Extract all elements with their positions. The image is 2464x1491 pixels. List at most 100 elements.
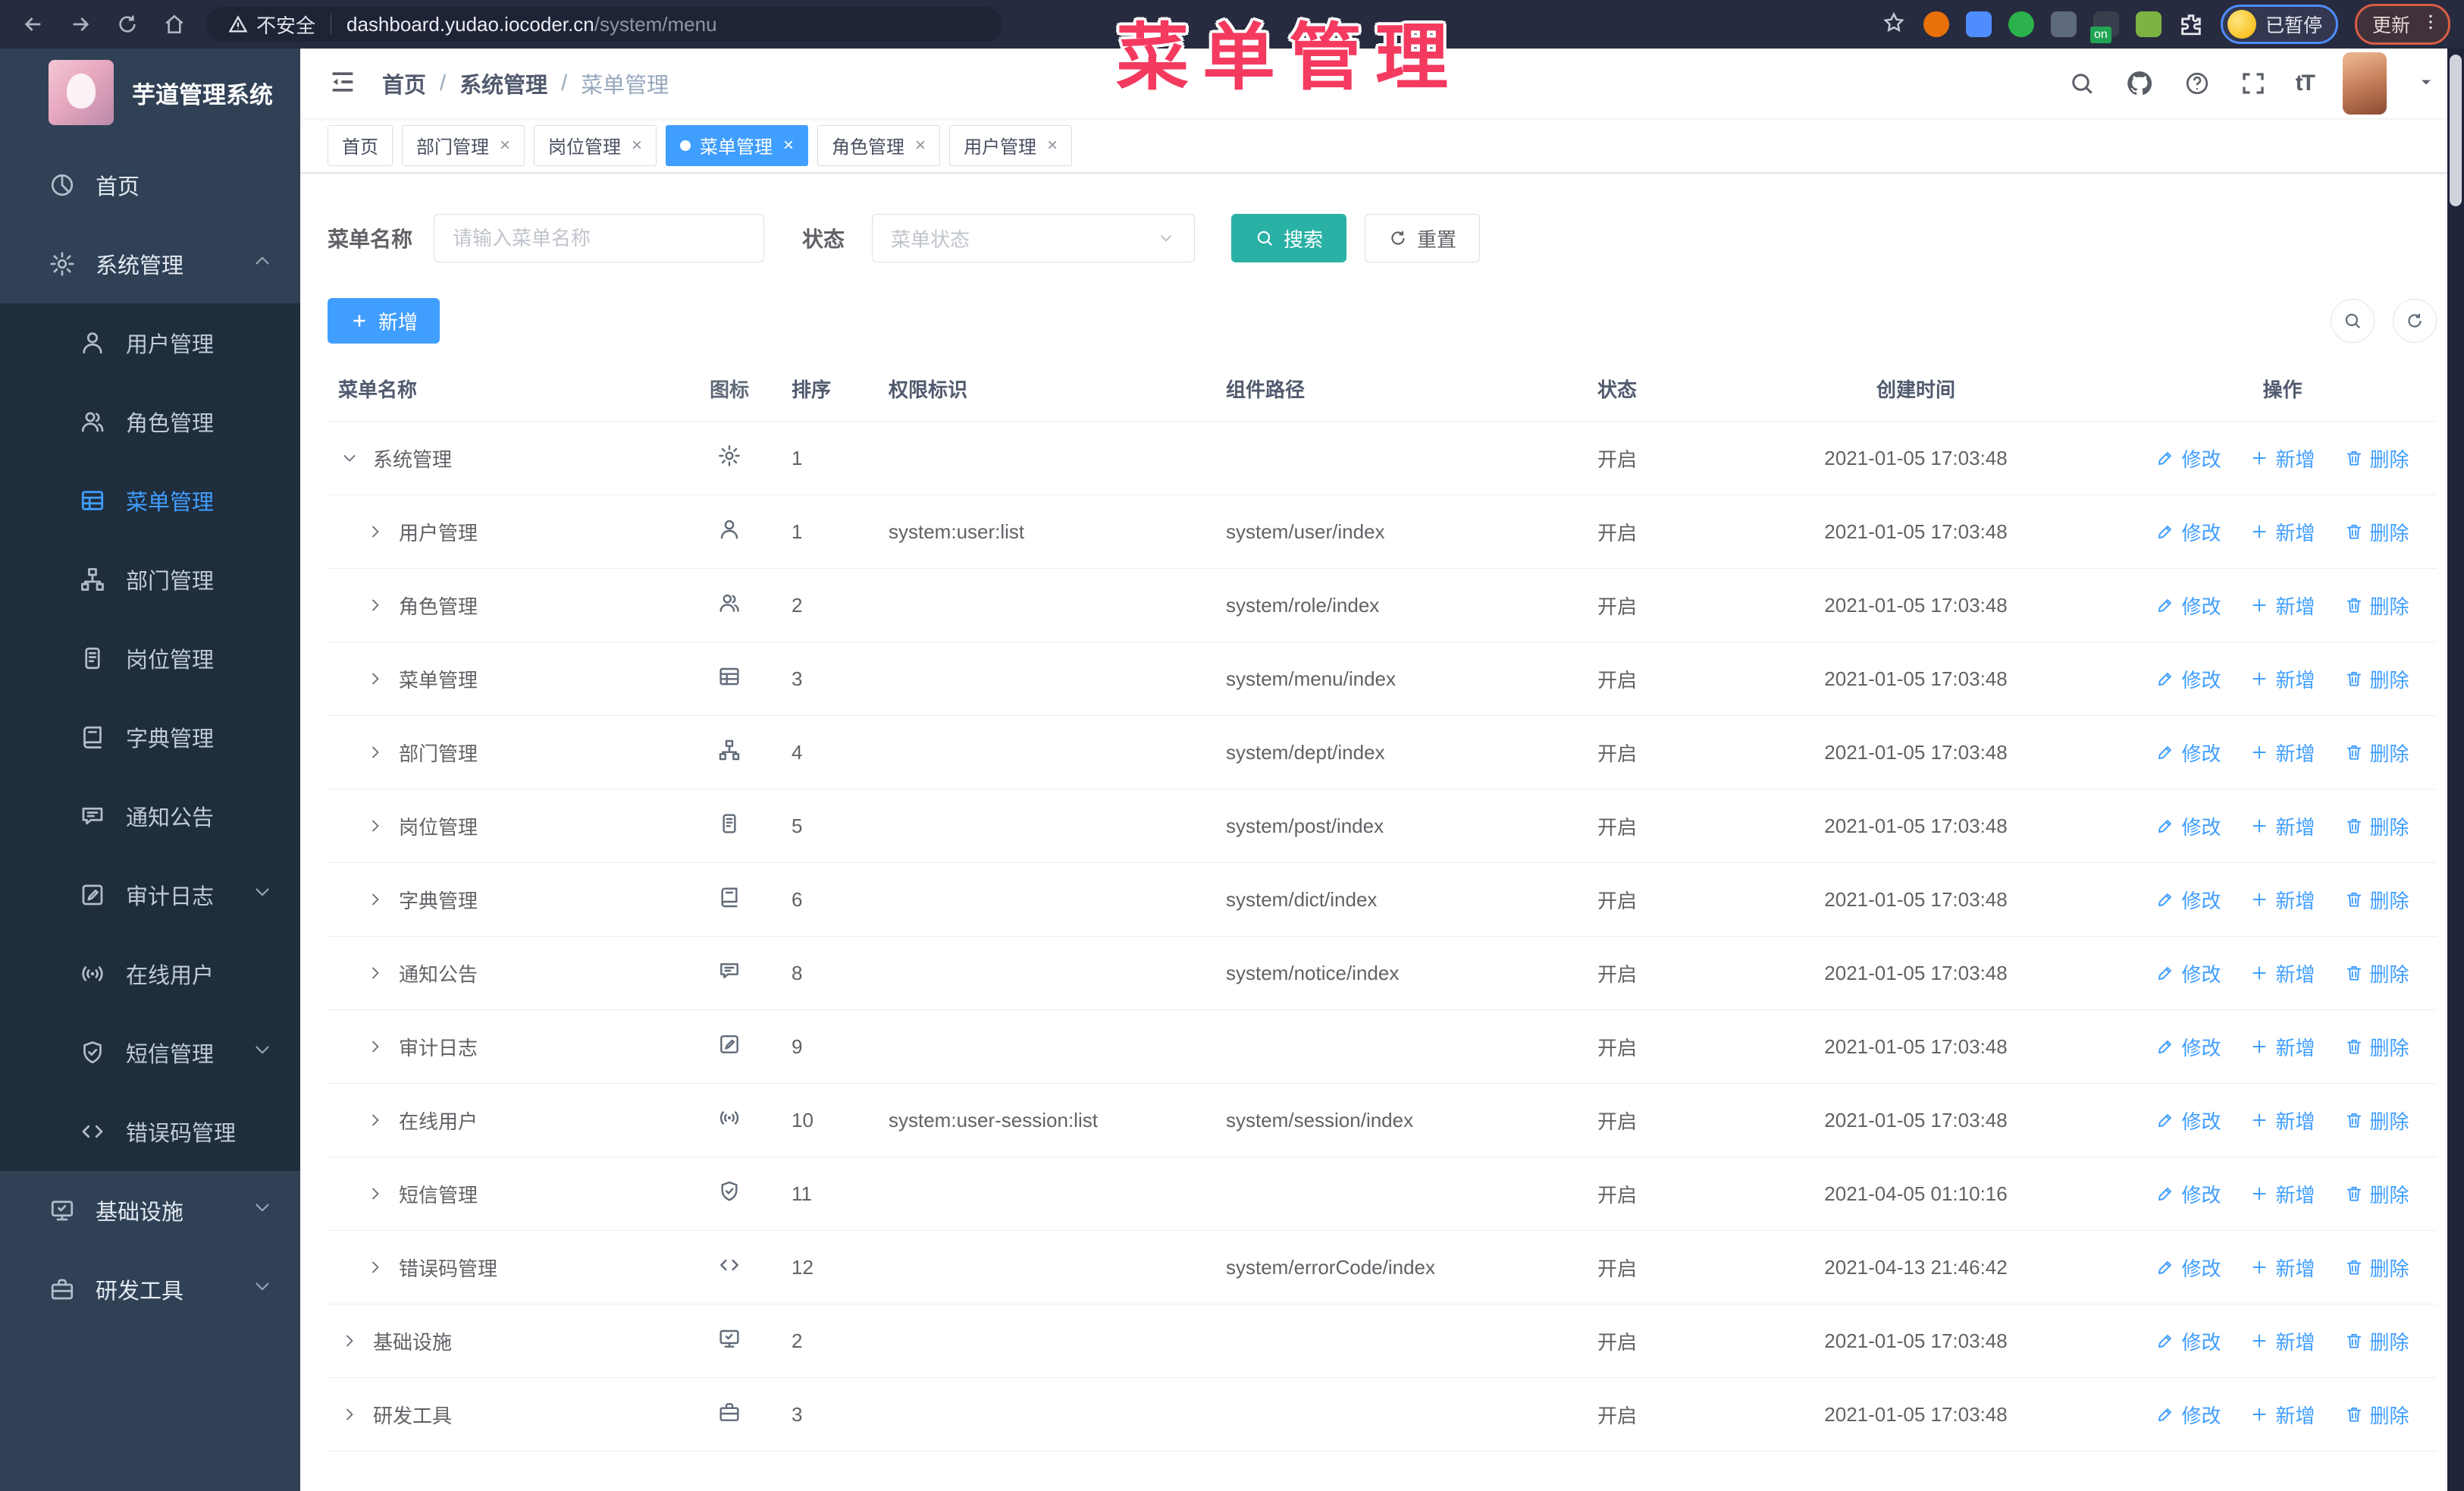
user-avatar[interactable] <box>2343 52 2387 115</box>
expand-row-icon[interactable] <box>338 1329 361 1352</box>
add-row-link[interactable]: 新增 <box>2249 739 2315 767</box>
tab-部门管理[interactable]: 部门管理 × <box>402 124 525 166</box>
delete-row-link[interactable]: 删除 <box>2344 959 2409 987</box>
delete-row-link[interactable]: 删除 <box>2344 812 2409 840</box>
reset-button[interactable]: 重置 <box>1365 214 1481 262</box>
expand-row-icon[interactable] <box>364 888 387 911</box>
scrollbar-thumb[interactable] <box>2450 55 2462 206</box>
sidebar-item-首页[interactable]: 首页 <box>0 146 300 224</box>
chevron-right-icon[interactable] <box>366 596 384 614</box>
add-row-link[interactable]: 新增 <box>2249 1106 2315 1135</box>
delete-row-link[interactable]: 删除 <box>2344 739 2409 767</box>
sidebar-fold-icon[interactable] <box>328 67 358 101</box>
browser-back-icon[interactable] <box>14 5 53 44</box>
ext-orange-icon[interactable] <box>1923 11 1949 37</box>
expand-row-icon[interactable] <box>364 962 387 984</box>
help-icon[interactable] <box>2183 70 2211 97</box>
avatar-caret-down-icon[interactable] <box>2415 71 2437 96</box>
chevron-right-icon[interactable] <box>366 1258 384 1276</box>
add-row-link[interactable]: 新增 <box>2249 886 2315 914</box>
delete-row-link[interactable]: 删除 <box>2344 518 2409 546</box>
fullscreen-icon[interactable] <box>2240 70 2267 97</box>
edit-row-link[interactable]: 修改 <box>2155 1106 2221 1135</box>
delete-row-link[interactable]: 删除 <box>2344 886 2409 914</box>
toggle-search-button[interactable] <box>2331 299 2375 343</box>
expand-row-icon[interactable] <box>364 1109 387 1132</box>
tab-用户管理[interactable]: 用户管理 × <box>949 124 1073 166</box>
expand-row-icon[interactable] <box>364 594 387 617</box>
sidebar-item-部门管理[interactable]: 部门管理 <box>0 540 300 619</box>
expand-row-icon[interactable] <box>364 1182 387 1205</box>
edit-row-link[interactable]: 修改 <box>2155 592 2221 620</box>
add-row-link[interactable]: 新增 <box>2249 1401 2315 1429</box>
close-tab-icon[interactable]: × <box>500 135 510 156</box>
browser-profile-badge[interactable]: 已暂停 <box>2220 5 2338 44</box>
expand-row-icon[interactable] <box>364 815 387 837</box>
github-icon[interactable] <box>2124 68 2155 99</box>
add-row-link[interactable]: 新增 <box>2249 1033 2315 1061</box>
close-tab-icon[interactable]: × <box>915 135 926 156</box>
chevron-right-icon[interactable] <box>366 890 384 909</box>
add-row-link[interactable]: 新增 <box>2249 592 2315 620</box>
sidebar-item-通知公告[interactable]: 通知公告 <box>0 777 300 855</box>
expand-row-icon[interactable] <box>364 667 387 690</box>
edit-row-link[interactable]: 修改 <box>2155 812 2221 840</box>
ext-green-check-icon[interactable] <box>2008 11 2034 37</box>
chevron-right-icon[interactable] <box>366 817 384 835</box>
browser-update-button[interactable]: 更新 <box>2354 4 2450 45</box>
ext-android-icon[interactable] <box>2135 11 2161 37</box>
edit-row-link[interactable]: 修改 <box>2155 1327 2221 1355</box>
delete-row-link[interactable]: 删除 <box>2344 1033 2409 1061</box>
ext-dark-on-icon[interactable]: on <box>2089 11 2119 43</box>
close-tab-icon[interactable]: × <box>783 135 794 156</box>
tab-菜单管理[interactable]: 菜单管理 × <box>666 124 809 166</box>
ext-puzzle-icon[interactable] <box>2178 11 2204 37</box>
chevron-right-icon[interactable] <box>366 523 384 541</box>
add-row-link[interactable]: 新增 <box>2249 812 2315 840</box>
edit-row-link[interactable]: 修改 <box>2155 739 2221 767</box>
ext-blue-gem-icon[interactable] <box>1965 11 1992 37</box>
chevron-right-icon[interactable] <box>340 449 359 467</box>
delete-row-link[interactable]: 删除 <box>2344 444 2409 472</box>
tab-首页[interactable]: 首页 <box>328 124 393 166</box>
sidebar-item-审计日志[interactable]: 审计日志 <box>0 855 300 934</box>
browser-menu-icon[interactable] <box>2421 12 2440 37</box>
delete-row-link[interactable]: 删除 <box>2344 1180 2409 1208</box>
status-select[interactable]: 菜单状态 <box>872 214 1196 262</box>
sidebar-item-角色管理[interactable]: 角色管理 <box>0 382 300 461</box>
edit-row-link[interactable]: 修改 <box>2155 1033 2221 1061</box>
add-row-link[interactable]: 新增 <box>2249 665 2315 693</box>
breadcrumb-item-系统管理[interactable]: 系统管理 <box>459 67 547 99</box>
tab-岗位管理[interactable]: 岗位管理 × <box>534 124 657 166</box>
delete-row-link[interactable]: 删除 <box>2344 1254 2409 1282</box>
add-button[interactable]: 新增 <box>328 298 440 344</box>
browser-scrollbar[interactable] <box>2447 49 2464 1491</box>
expand-row-icon[interactable] <box>364 520 387 543</box>
add-row-link[interactable]: 新增 <box>2249 1327 2315 1355</box>
collapse-row-icon[interactable] <box>338 447 361 469</box>
edit-row-link[interactable]: 修改 <box>2155 886 2221 914</box>
app-logo[interactable]: 芋道管理系统 <box>0 49 300 137</box>
sidebar-item-岗位管理[interactable]: 岗位管理 <box>0 619 300 698</box>
add-row-link[interactable]: 新增 <box>2249 518 2315 546</box>
add-row-link[interactable]: 新增 <box>2249 1254 2315 1282</box>
close-tab-icon[interactable]: × <box>1047 135 1058 156</box>
browser-forward-icon[interactable] <box>61 5 100 44</box>
font-size-icon[interactable]: tT <box>2296 71 2315 96</box>
edit-row-link[interactable]: 修改 <box>2155 665 2221 693</box>
edit-row-link[interactable]: 修改 <box>2155 444 2221 472</box>
sidebar-item-基础设施[interactable]: 基础设施 <box>0 1171 300 1250</box>
sidebar-item-系统管理[interactable]: 系统管理 <box>0 224 300 303</box>
sidebar-item-在线用户[interactable]: 在线用户 <box>0 934 300 1013</box>
chevron-right-icon[interactable] <box>366 964 384 982</box>
edit-row-link[interactable]: 修改 <box>2155 1254 2221 1282</box>
add-row-link[interactable]: 新增 <box>2249 959 2315 987</box>
chevron-right-icon[interactable] <box>366 1111 384 1129</box>
browser-home-icon[interactable] <box>155 5 194 44</box>
bookmark-star-icon[interactable] <box>1881 10 1907 39</box>
delete-row-link[interactable]: 删除 <box>2344 1106 2409 1135</box>
edit-row-link[interactable]: 修改 <box>2155 1401 2221 1429</box>
sidebar-item-错误码管理[interactable]: 错误码管理 <box>0 1092 300 1171</box>
chevron-right-icon[interactable] <box>340 1405 359 1424</box>
expand-row-icon[interactable] <box>364 741 387 764</box>
